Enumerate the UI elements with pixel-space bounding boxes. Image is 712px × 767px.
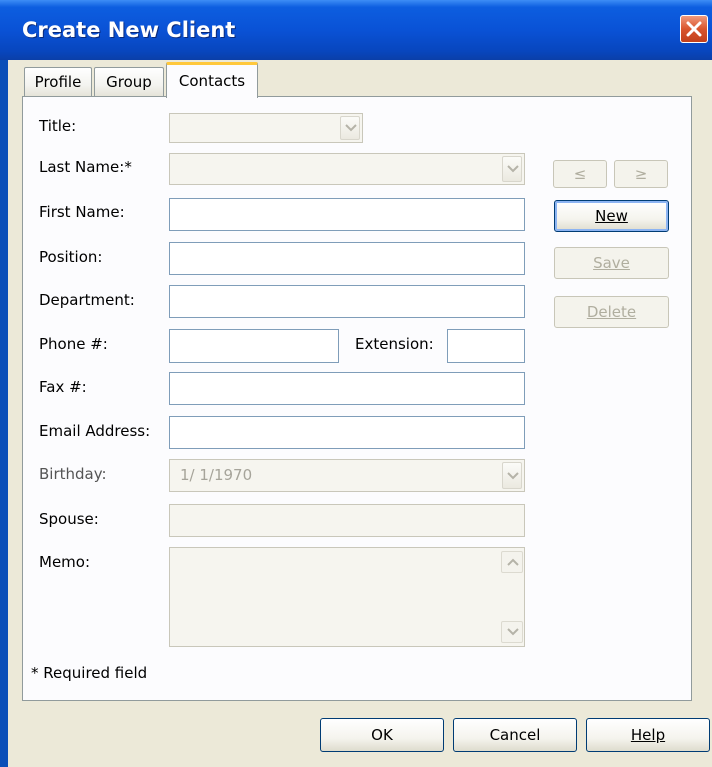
- title-label: Title:: [39, 117, 77, 135]
- tab-contacts[interactable]: Contacts: [166, 62, 258, 98]
- extension-field[interactable]: [447, 329, 525, 363]
- help-button[interactable]: Help: [586, 718, 710, 752]
- fax-label: Fax #:: [39, 378, 87, 396]
- title-dropdown-button[interactable]: [340, 116, 360, 140]
- position-field[interactable]: [169, 242, 525, 275]
- memo-label: Memo:: [39, 553, 91, 571]
- delete-button-label: Delete: [586, 303, 637, 321]
- contacts-panel: Title: Last Name:* First Name: Position:…: [22, 96, 692, 701]
- save-button-label: Save: [593, 254, 630, 272]
- birthday-picker[interactable]: 1/ 1/1970: [169, 459, 525, 492]
- tab-profile[interactable]: Profile: [24, 67, 92, 97]
- birthday-label: Birthday:: [39, 465, 107, 483]
- window-title: Create New Client: [22, 18, 236, 42]
- new-button-label: New: [595, 207, 628, 225]
- phone-field[interactable]: [169, 329, 339, 363]
- title-combobox[interactable]: [169, 113, 363, 143]
- required-field-note: * Required field: [31, 664, 148, 682]
- dialog-body: Profile Group Contacts Title: Last Name:…: [8, 60, 712, 767]
- birthday-value: 1/ 1/1970: [180, 466, 253, 484]
- last-name-dropdown-button[interactable]: [502, 156, 522, 182]
- birthday-dropdown-button[interactable]: [502, 462, 522, 489]
- email-field[interactable]: [169, 416, 525, 449]
- memo-scroll-down-button[interactable]: [501, 621, 523, 643]
- save-contact-button[interactable]: Save: [554, 247, 669, 279]
- spouse-field[interactable]: [169, 504, 525, 537]
- cancel-button[interactable]: Cancel: [453, 718, 577, 752]
- new-contact-button[interactable]: New: [554, 200, 669, 232]
- memo-scroll-up-button[interactable]: [501, 551, 523, 573]
- department-field[interactable]: [169, 285, 525, 318]
- extension-label: Extension:: [355, 335, 434, 353]
- window-border: [0, 60, 8, 767]
- department-label: Department:: [39, 291, 135, 309]
- close-button[interactable]: [680, 15, 708, 43]
- ok-button[interactable]: OK: [320, 718, 444, 752]
- fax-field[interactable]: [169, 372, 525, 405]
- phone-label: Phone #:: [39, 335, 108, 353]
- help-button-label: Help: [630, 726, 666, 744]
- delete-contact-button[interactable]: Delete: [554, 296, 669, 328]
- last-name-label: Last Name:*: [39, 158, 132, 176]
- memo-textarea[interactable]: [169, 547, 525, 647]
- first-name-label: First Name:: [39, 203, 125, 221]
- title-bar[interactable]: Create New Client: [0, 0, 712, 60]
- spouse-label: Spouse:: [39, 510, 99, 528]
- previous-contact-button[interactable]: ≤: [553, 160, 607, 188]
- position-label: Position:: [39, 248, 103, 266]
- first-name-field[interactable]: [169, 198, 525, 231]
- last-name-combobox[interactable]: [169, 153, 525, 185]
- email-label: Email Address:: [39, 422, 151, 440]
- dialog-window: Create New Client Profile Group Contacts…: [0, 0, 712, 767]
- next-contact-button[interactable]: ≥: [614, 160, 668, 188]
- tab-group[interactable]: Group: [94, 67, 164, 97]
